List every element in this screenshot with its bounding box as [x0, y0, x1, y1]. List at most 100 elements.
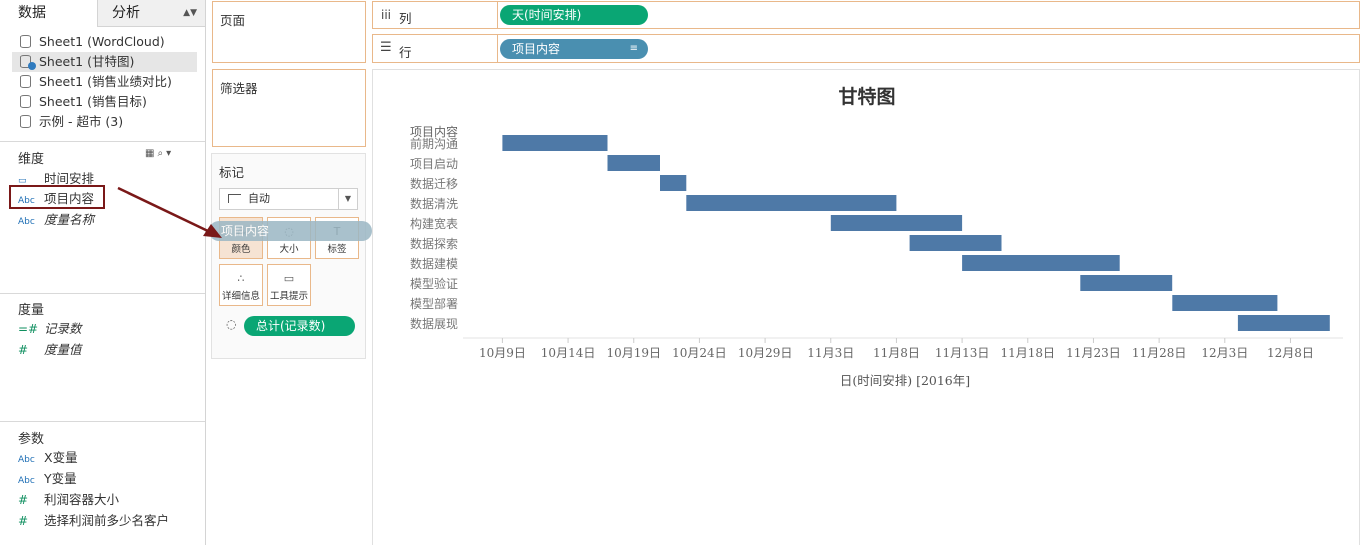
mark-type-value: 自动 [248, 192, 270, 205]
x-tick-label: 12月3日 [1201, 346, 1248, 360]
gantt-bar[interactable] [502, 135, 608, 151]
field-label: 时间安排 [44, 171, 95, 186]
gantt-bar[interactable] [660, 175, 687, 191]
y-tick-label: 数据迁移 [410, 176, 458, 191]
database-icon [20, 35, 31, 48]
filters-title: 筛选器 [220, 81, 258, 96]
detail-button[interactable]: ∴ 详细信息 [219, 264, 263, 306]
gantt-bar[interactable] [1237, 315, 1330, 331]
hash-icon: =# [18, 322, 39, 336]
y-tick-label: 模型验证 [410, 276, 458, 291]
chevron-down-icon[interactable]: ▼ [338, 189, 357, 209]
tab-analysis[interactable]: 分析 ▲▼ [97, 0, 205, 27]
divider [497, 35, 498, 62]
dimensions-title: 维度 [18, 152, 45, 167]
x-tick-label: 11月23日 [1066, 346, 1121, 360]
rows-icon: ☰ [380, 40, 392, 55]
pages-title: 页面 [220, 13, 246, 28]
selection-highlight-box [9, 185, 105, 209]
tooltip-label: 工具提示 [269, 291, 308, 302]
x-tick-label: 10月9日 [479, 346, 526, 360]
datasource-item-selected[interactable]: Sheet1 (甘特图) [12, 52, 197, 72]
gantt-bar[interactable] [1172, 295, 1278, 311]
param-y-variable[interactable]: Abc Y变量 [18, 469, 77, 489]
tab-data[interactable]: 数据 [0, 0, 97, 27]
gantt-bar[interactable] [607, 155, 661, 171]
gantt-bar[interactable] [962, 255, 1120, 271]
field-label: X变量 [44, 450, 78, 465]
measures-title: 度量 [18, 303, 45, 318]
param-top-customers[interactable]: # 选择利润前多少名客户 [18, 511, 169, 531]
dragging-pill[interactable]: 项目内容 [209, 221, 372, 241]
x-tick-label: 11月13日 [935, 346, 990, 360]
database-icon [20, 95, 31, 108]
parameters-title: 参数 [18, 432, 45, 447]
field-measure-names[interactable]: Abc 度量名称 [18, 210, 94, 230]
gantt-bar[interactable] [686, 195, 897, 211]
param-x-variable[interactable]: Abc X变量 [18, 448, 78, 468]
divider [0, 293, 205, 294]
y-tick-label: 数据展现 [410, 316, 458, 331]
datasource-item[interactable]: Sheet1 (WordCloud) [12, 32, 197, 52]
abc-icon: Abc [18, 476, 35, 486]
pages-card[interactable]: 页面 [212, 1, 366, 63]
datasource-label: Sheet1 (销售目标) [39, 94, 147, 109]
view-area: 甘特图 项目内容 日(时间安排) [2016年] 前期沟通 项目启动 数据迁移 数据清… [372, 69, 1360, 545]
y-tick-label: 数据清洗 [410, 196, 458, 211]
rows-pill-label: 项目内容 [512, 42, 561, 56]
abc-icon: Abc [18, 455, 35, 465]
size-measure-pill-label: 总计(记录数) [256, 319, 326, 333]
datasource-label: Sheet1 (销售业绩对比) [39, 74, 172, 89]
color-label: 颜色 [231, 244, 251, 255]
tooltip-icon: ▭ [283, 272, 295, 285]
field-label: 度量值 [44, 342, 82, 357]
y-tick-label: 前期沟通 [410, 136, 458, 151]
y-tick-label: 数据探索 [410, 236, 458, 251]
size-marker-icon: ◌ [226, 317, 237, 331]
gantt-bar[interactable] [830, 215, 963, 231]
rows-label: 行 [399, 45, 412, 60]
field-label: Y变量 [44, 471, 77, 486]
rows-pill[interactable]: 项目内容 ≡ [500, 39, 648, 59]
field-measure-values[interactable]: # 度量值 [18, 340, 82, 360]
x-tick-label: 12月8日 [1267, 346, 1314, 360]
grid-view-icon[interactable]: ▦ [145, 148, 157, 159]
datasource-label: Sheet1 (甘特图) [39, 54, 135, 69]
filters-card[interactable]: 筛选器 [212, 69, 366, 147]
y-tick-label: 模型部署 [410, 296, 458, 311]
tooltip-button[interactable]: ▭ 工具提示 [267, 264, 311, 306]
size-measure-pill[interactable]: 总计(记录数) [244, 316, 355, 336]
datasource-item[interactable]: Sheet1 (销售业绩对比) [12, 72, 197, 92]
x-tick-label: 11月3日 [807, 346, 854, 360]
x-tick-label: 10月14日 [541, 346, 596, 360]
field-record-count[interactable]: =# 记录数 [18, 319, 82, 339]
chart-title: 甘特图 [838, 86, 895, 108]
rows-shelf[interactable]: ☰ 行 项目内容 ≡ [372, 34, 1360, 63]
x-tick-label: 10月29日 [738, 346, 793, 360]
field-label: 选择利润前多少名客户 [44, 513, 170, 528]
database-icon [20, 75, 31, 88]
columns-shelf[interactable]: iii 列 天(时间安排) [372, 1, 1360, 29]
gantt-bar[interactable] [909, 235, 1002, 251]
field-label: 度量名称 [44, 212, 95, 227]
y-tick-label: 构建宽表 [410, 216, 458, 231]
datasource-item[interactable]: 示例 - 超市 (3) [12, 112, 197, 132]
chevron-down-icon[interactable]: ▾ [166, 148, 174, 159]
datasource-label: Sheet1 (WordCloud) [39, 34, 165, 49]
param-profit-bin-size[interactable]: # 利润容器大小 [18, 490, 119, 510]
x-tick-label: 11月18日 [1001, 346, 1056, 360]
gantt-bar[interactable] [1080, 275, 1173, 291]
search-icon[interactable]: ⌕ [157, 148, 166, 159]
sort-icon[interactable]: ≡ [630, 39, 638, 59]
marks-title: 标记 [219, 165, 245, 180]
label-label: 标签 [327, 244, 347, 255]
datasource-item[interactable]: Sheet1 (销售目标) [12, 92, 197, 112]
columns-pill[interactable]: 天(时间安排) [500, 5, 648, 25]
drag-arrow [117, 186, 222, 238]
database-icon [20, 115, 31, 128]
columns-label: 列 [399, 11, 412, 26]
columns-pill-label: 天(时间安排) [512, 8, 582, 22]
datasource-list: Sheet1 (WordCloud) Sheet1 (甘特图) Sheet1 (… [12, 32, 197, 132]
chevron-up-down-icon[interactable]: ▲▼ [183, 0, 197, 27]
mark-type-select[interactable]: 自动 ▼ [219, 188, 358, 210]
